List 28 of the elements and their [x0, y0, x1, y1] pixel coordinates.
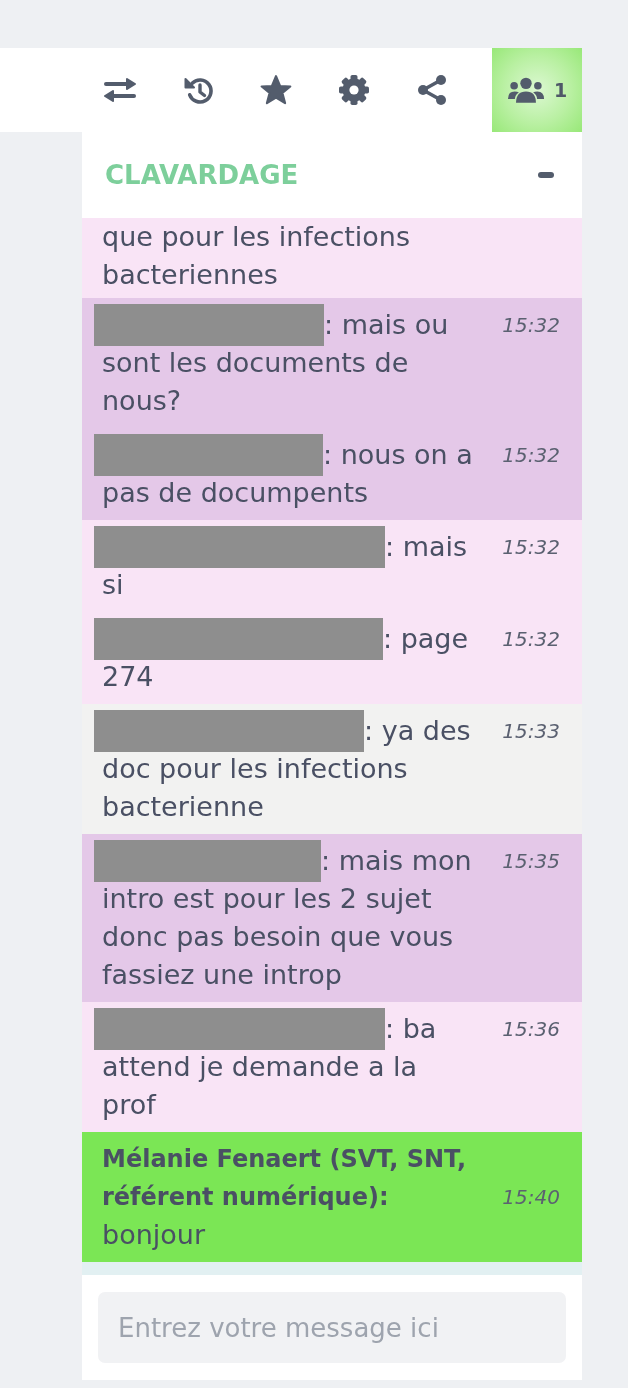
message-text: : nous on a pas de documpents [102, 439, 473, 508]
message-time: 15:33 [501, 718, 560, 745]
minus-icon [538, 172, 554, 178]
message-time: 15:35 [501, 848, 560, 875]
share-icon [418, 75, 446, 105]
message-time: 15:36 [501, 1016, 560, 1043]
participants-button[interactable]: 1 [492, 48, 582, 132]
message-input[interactable]: Entrez votre message ici [98, 1292, 566, 1363]
message-text: bonjour [102, 1219, 205, 1250]
settings-icon [339, 75, 369, 105]
message-text: : ba attend je demande a la prof [102, 1013, 437, 1120]
message-time: 15:32 [501, 626, 560, 653]
message-text: : mais mon intro est pour les 2 sujet donc pas besoin que vous fassiez une introp [102, 845, 472, 990]
swap-arrows-icon [103, 76, 137, 104]
message-time: 15:40 [501, 1184, 560, 1211]
minimize-button[interactable] [538, 172, 554, 178]
message-text: : ya des doc pour les infections bacterienne [102, 715, 471, 822]
sender-name: Mélanie Fenaert (SVT, SNT, référent numérique): [102, 1144, 468, 1213]
message-text: que pour les infections bacteriennes [102, 221, 411, 290]
message-time: 15:32 [501, 442, 560, 469]
star-icon [260, 75, 292, 105]
users-icon [506, 76, 545, 104]
message-text: : mais ou sont les documents de nous? [102, 309, 449, 416]
message-time: 15:32 [501, 534, 560, 561]
message-time: 15:32 [501, 312, 560, 339]
chat-title: CLAVARDAGE [105, 160, 299, 190]
message-text: : page 274 [102, 623, 469, 692]
message-text: : mais si [102, 531, 468, 600]
